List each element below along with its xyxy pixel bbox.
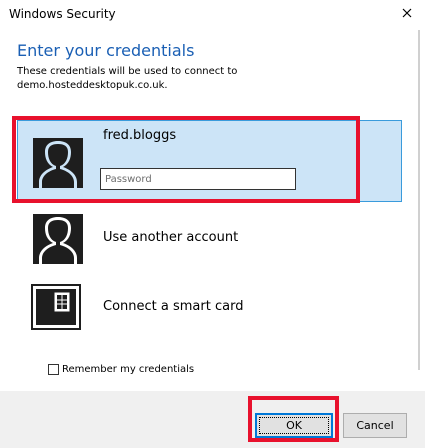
dialog-heading: Enter your credentials xyxy=(17,41,195,60)
option-label-smart-card: Connect a smart card xyxy=(103,299,244,314)
close-icon xyxy=(402,8,412,18)
panel-divider xyxy=(418,30,420,370)
close-button[interactable] xyxy=(389,0,425,26)
option-label-another-account: Use another account xyxy=(103,230,239,245)
highlight-box-ok xyxy=(248,396,339,442)
remember-checkbox[interactable] xyxy=(48,364,59,375)
remember-label: Remember my credentials xyxy=(62,364,195,375)
smart-card-icon xyxy=(31,284,81,330)
remember-credentials[interactable]: Remember my credentials xyxy=(48,364,194,375)
title-bar: Windows Security xyxy=(0,0,425,30)
window-title: Windows Security xyxy=(9,7,116,21)
dialog-description: These credentials will be used to connec… xyxy=(17,66,238,91)
user-icon xyxy=(33,214,83,264)
highlight-box-account xyxy=(12,116,360,203)
cancel-button[interactable]: Cancel xyxy=(343,413,407,438)
